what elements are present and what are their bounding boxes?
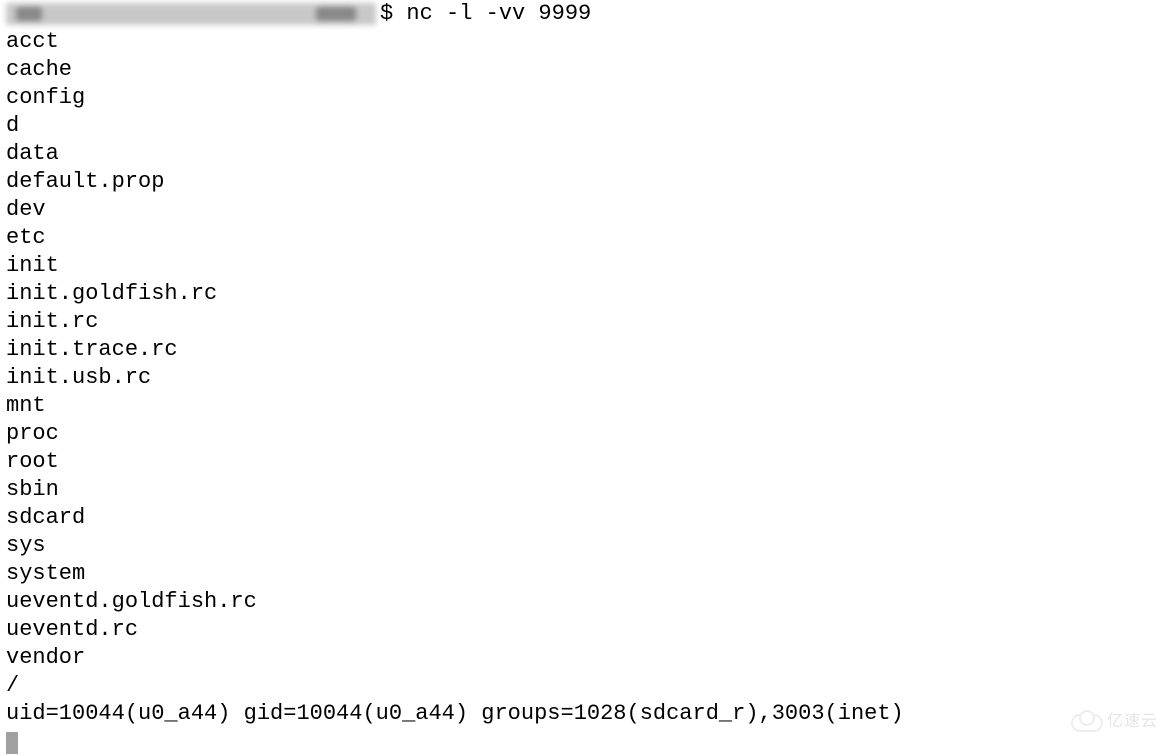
cloud-icon <box>1071 712 1101 732</box>
hostname-blurred <box>6 3 376 25</box>
terminal-output: acctcacheconfigddatadefault.propdevetcin… <box>6 28 1162 728</box>
output-line: ueventd.rc <box>6 616 1162 644</box>
prompt-symbol: $ <box>380 0 406 28</box>
watermark-text: 亿速云 <box>1107 708 1158 736</box>
output-line: sdcard <box>6 504 1162 532</box>
terminal-cursor <box>6 732 18 754</box>
terminal-prompt-line[interactable]: $ nc -l -vv 9999 <box>6 0 1162 28</box>
output-line: sbin <box>6 476 1162 504</box>
output-line: proc <box>6 420 1162 448</box>
output-line: / <box>6 672 1162 700</box>
output-line: init.goldfish.rc <box>6 280 1162 308</box>
output-line: init.trace.rc <box>6 336 1162 364</box>
output-line: config <box>6 84 1162 112</box>
output-line: ueventd.goldfish.rc <box>6 588 1162 616</box>
output-line: dev <box>6 196 1162 224</box>
output-line: acct <box>6 28 1162 56</box>
output-line: init.rc <box>6 308 1162 336</box>
watermark: 亿速云 <box>1071 708 1158 736</box>
output-line: uid=10044(u0_a44) gid=10044(u0_a44) grou… <box>6 700 1162 728</box>
output-line: data <box>6 140 1162 168</box>
output-line: root <box>6 448 1162 476</box>
output-line: system <box>6 560 1162 588</box>
output-line: vendor <box>6 644 1162 672</box>
output-line: mnt <box>6 392 1162 420</box>
output-line: init <box>6 252 1162 280</box>
output-line: etc <box>6 224 1162 252</box>
output-line: cache <box>6 56 1162 84</box>
output-line: d <box>6 112 1162 140</box>
cursor-line[interactable] <box>6 728 1162 756</box>
command-text: nc -l -vv 9999 <box>406 0 591 28</box>
output-line: default.prop <box>6 168 1162 196</box>
output-line: sys <box>6 532 1162 560</box>
output-line: init.usb.rc <box>6 364 1162 392</box>
